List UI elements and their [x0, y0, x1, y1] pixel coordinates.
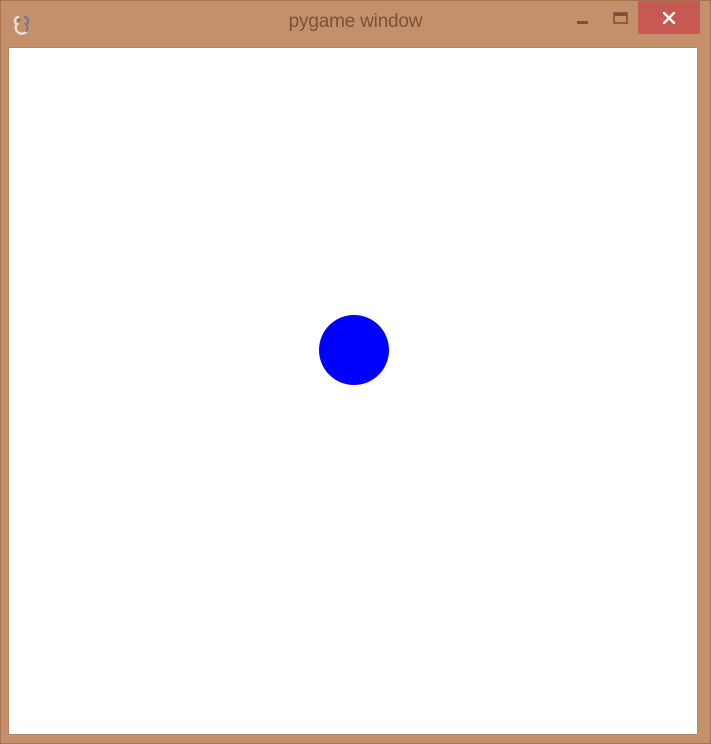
blue-ball	[319, 315, 389, 385]
close-icon	[662, 11, 676, 25]
game-canvas[interactable]	[8, 47, 698, 735]
title-bar[interactable]: pygame window	[1, 1, 710, 47]
close-button[interactable]	[638, 1, 700, 34]
window-title: pygame window	[288, 11, 423, 32]
pygame-window: pygame window	[0, 0, 711, 744]
game-surface	[319, 315, 389, 385]
maximize-button[interactable]	[606, 1, 636, 34]
minimize-button[interactable]	[567, 1, 597, 34]
maximize-icon	[613, 12, 628, 24]
minimize-icon	[577, 21, 588, 24]
